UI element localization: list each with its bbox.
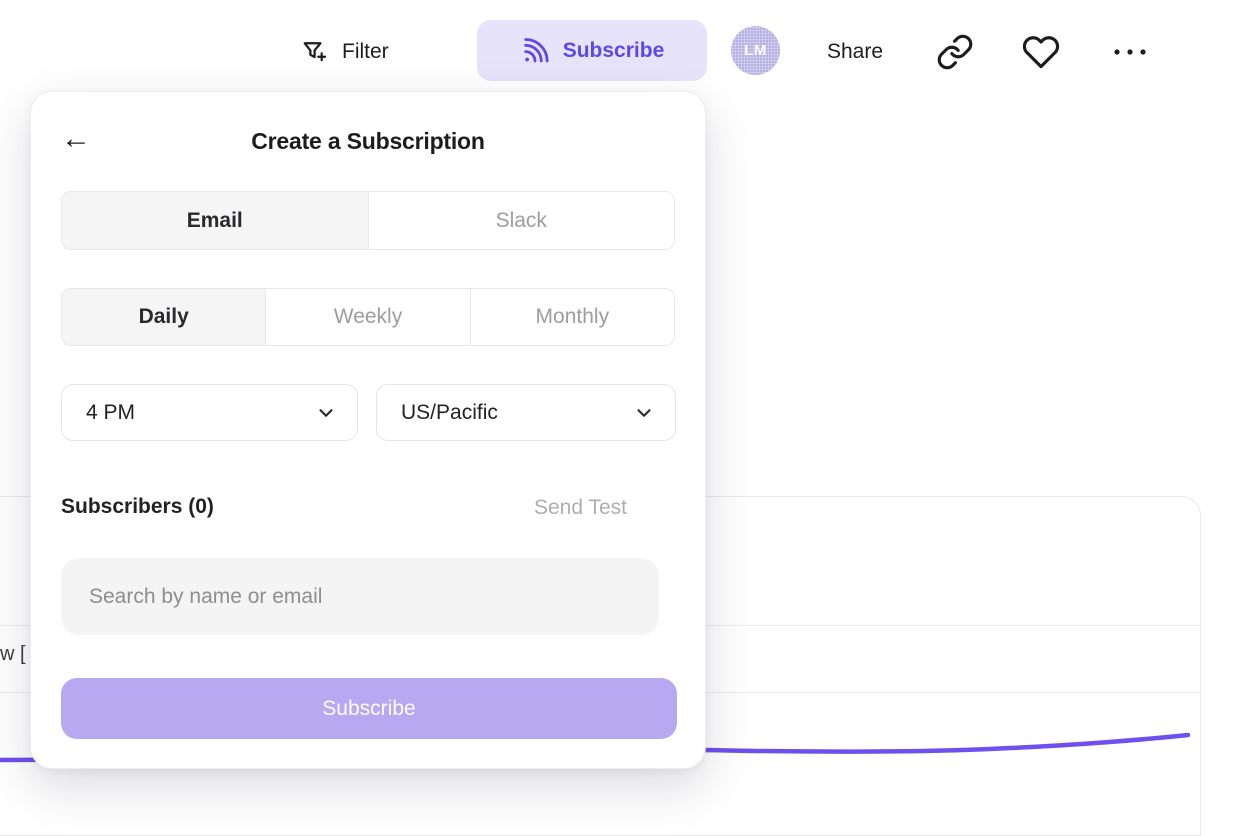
filter-button[interactable]: Filter — [300, 30, 389, 74]
tab-slack[interactable]: Slack — [368, 192, 675, 249]
avatar-initials: LM — [744, 42, 767, 59]
time-select[interactable]: 4 PM — [61, 384, 358, 441]
tab-email-label: Email — [187, 209, 243, 233]
share-label: Share — [827, 40, 883, 64]
more-options-button[interactable] — [1110, 42, 1150, 62]
tab-monthly[interactable]: Monthly — [470, 289, 674, 345]
tab-weekly-label: Weekly — [334, 305, 402, 329]
create-subscription-modal: ← Create a Subscription Email Slack Dail… — [30, 91, 706, 769]
link-icon — [936, 33, 974, 71]
frequency-tabs: Daily Weekly Monthly — [61, 288, 675, 346]
tab-daily-label: Daily — [139, 305, 189, 329]
favorite-button[interactable] — [1021, 33, 1061, 71]
subscribe-label: Subscribe — [563, 39, 665, 63]
chevron-down-icon — [633, 402, 655, 424]
ellipsis-icon — [1110, 46, 1150, 58]
share-button[interactable]: Share — [827, 34, 883, 70]
copy-link-button[interactable] — [936, 33, 974, 71]
tab-email[interactable]: Email — [62, 192, 368, 249]
timezone-select-value: US/Pacific — [401, 401, 498, 425]
tab-monthly-label: Monthly — [536, 305, 610, 329]
tab-slack-label: Slack — [496, 209, 547, 233]
heart-icon — [1021, 33, 1061, 71]
modal-title: Create a Subscription — [31, 128, 705, 155]
rss-icon — [520, 36, 550, 66]
subscribe-submit-button[interactable]: Subscribe — [61, 678, 677, 739]
subscribers-count-label: Subscribers (0) — [61, 495, 214, 519]
chevron-down-icon — [315, 402, 337, 424]
send-test-button[interactable]: Send Test — [534, 496, 627, 520]
avatar[interactable]: LM — [731, 26, 780, 75]
tab-weekly[interactable]: Weekly — [265, 289, 469, 345]
filter-label: Filter — [342, 40, 389, 64]
subscribe-button[interactable]: Subscribe — [477, 20, 707, 81]
tab-daily[interactable]: Daily — [62, 289, 265, 345]
timezone-select[interactable]: US/Pacific — [376, 384, 676, 441]
filter-icon — [300, 38, 328, 66]
subscriber-search-input[interactable] — [61, 558, 659, 635]
time-select-value: 4 PM — [86, 401, 135, 425]
channel-tabs: Email Slack — [61, 191, 675, 250]
background-partial-text: w [ — [0, 643, 26, 666]
